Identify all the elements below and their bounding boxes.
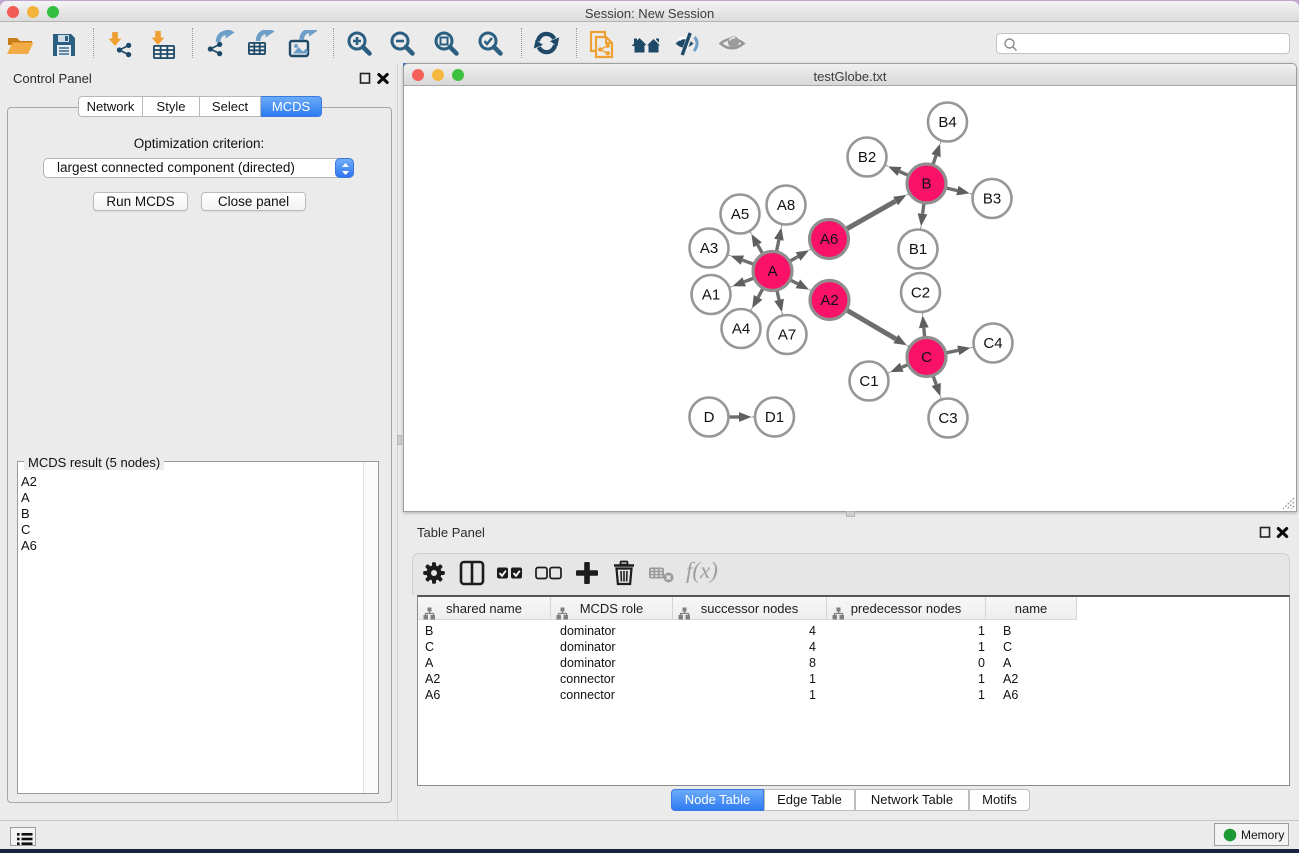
svg-text:B1: B1 [909, 241, 927, 258]
svg-text:A8: A8 [777, 197, 795, 214]
svg-text:C1: C1 [859, 373, 878, 390]
svg-text:D: D [704, 409, 715, 426]
svg-text:A2: A2 [820, 292, 838, 309]
svg-text:A1: A1 [702, 287, 720, 304]
svg-text:B2: B2 [858, 149, 876, 166]
svg-text:B: B [921, 176, 931, 193]
svg-text:A7: A7 [778, 327, 796, 344]
svg-text:A6: A6 [820, 231, 838, 248]
svg-text:D1: D1 [765, 409, 784, 426]
svg-text:C4: C4 [983, 335, 1002, 352]
svg-text:A5: A5 [731, 206, 749, 223]
svg-text:B3: B3 [983, 191, 1001, 208]
svg-text:A: A [767, 263, 777, 280]
svg-text:A3: A3 [700, 240, 718, 257]
svg-text:B4: B4 [938, 114, 956, 131]
svg-text:C2: C2 [911, 285, 930, 302]
svg-text:C3: C3 [938, 410, 957, 427]
svg-text:C: C [921, 349, 932, 366]
svg-text:A4: A4 [732, 321, 750, 338]
